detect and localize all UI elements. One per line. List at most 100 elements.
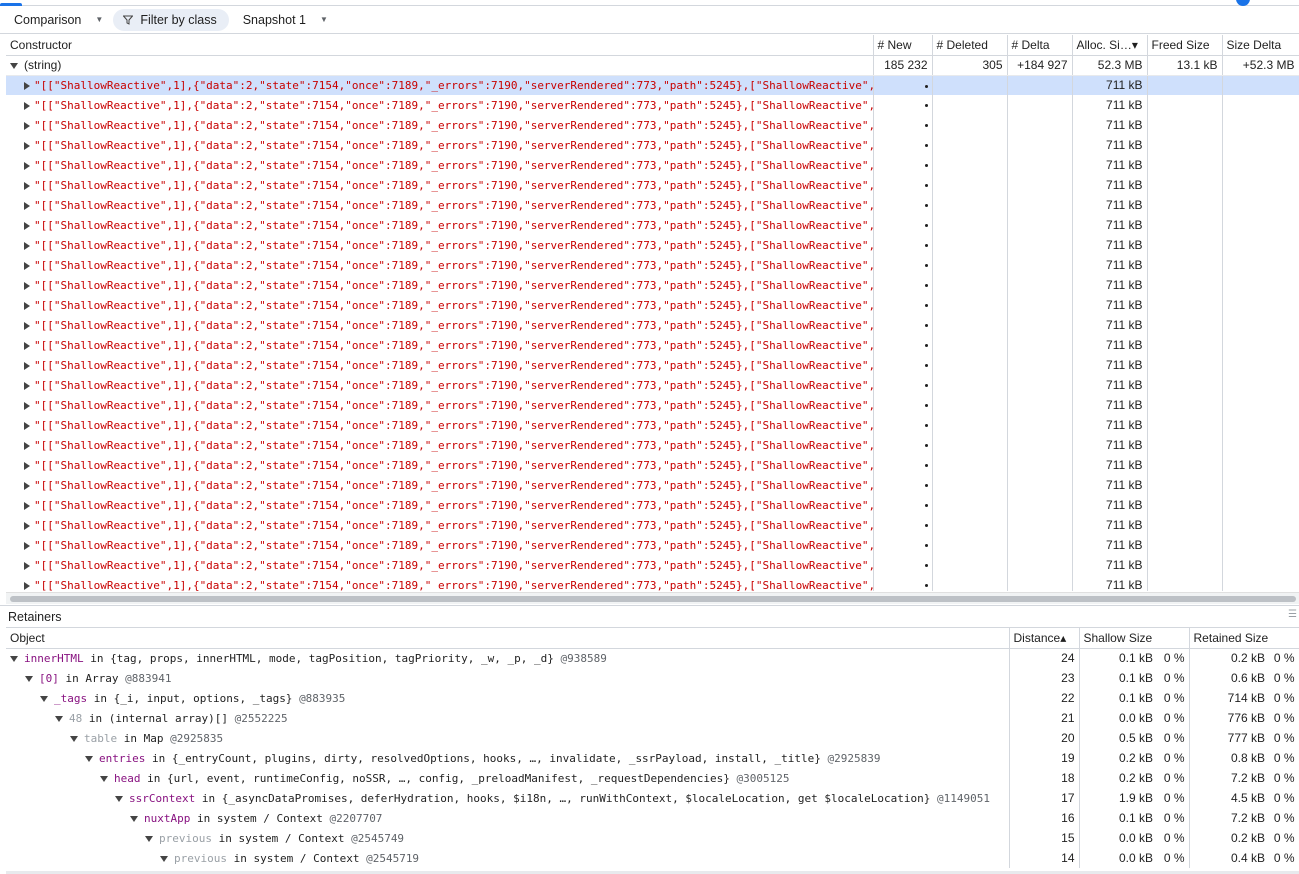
string-instance-row[interactable]: "[["ShallowReactive",1],{"data":2,"state… [6, 95, 1299, 115]
retainer-row[interactable]: previous in system / Context @2545749 15 0… [6, 828, 1299, 848]
column-delta[interactable]: # Delta [1007, 35, 1073, 56]
collapsed-triangle-icon[interactable] [24, 441, 30, 450]
string-instance-row[interactable]: "[["ShallowReactive",1],{"data":2,"state… [6, 575, 1299, 591]
string-instance-row[interactable]: "[["ShallowReactive",1],{"data":2,"state… [6, 555, 1299, 575]
retainer-description: system / Context [238, 831, 345, 845]
collapsed-triangle-icon[interactable] [24, 261, 30, 270]
column-freed-size[interactable]: Freed Size [1147, 35, 1223, 56]
expanded-triangle-icon[interactable] [40, 695, 48, 702]
string-instance-row[interactable]: "[["ShallowReactive",1],{"data":2,"state… [6, 155, 1299, 175]
collapsed-triangle-icon[interactable] [24, 181, 30, 190]
retainer-row[interactable]: entries in {_entryCount, plugins, dirty,… [6, 748, 1299, 768]
string-instance-row[interactable]: "[["ShallowReactive",1],{"data":2,"state… [6, 515, 1299, 535]
string-instance-row[interactable]: "[["ShallowReactive",1],{"data":2,"state… [6, 315, 1299, 335]
dot-marker [924, 384, 928, 388]
expanded-triangle-icon[interactable] [100, 775, 108, 782]
column-object[interactable]: Object [6, 628, 1010, 649]
resize-handle-icon[interactable]: ☰ [1288, 609, 1297, 620]
string-instance-row[interactable]: "[["ShallowReactive",1],{"data":2,"state… [6, 375, 1299, 395]
filter-by-class-button[interactable]: Filter by class [113, 8, 229, 31]
collapsed-triangle-icon[interactable] [24, 561, 30, 570]
string-instance-row[interactable]: "[["ShallowReactive",1],{"data":2,"state… [6, 415, 1299, 435]
expanded-triangle-icon[interactable] [145, 835, 153, 842]
collapsed-triangle-icon[interactable] [24, 461, 30, 470]
string-instance-row[interactable]: "[["ShallowReactive",1],{"data":2,"state… [6, 355, 1299, 375]
collapsed-triangle-icon[interactable] [24, 541, 30, 550]
collapsed-triangle-icon[interactable] [24, 501, 30, 510]
string-instance-row[interactable]: "[["ShallowReactive",1],{"data":2,"state… [6, 475, 1299, 495]
collapsed-triangle-icon[interactable] [24, 581, 30, 590]
collapsed-triangle-icon[interactable] [24, 381, 30, 390]
string-instance-row[interactable]: "[["ShallowReactive",1],{"data":2,"state… [6, 75, 1299, 95]
retainer-in: in [196, 811, 211, 825]
collapsed-triangle-icon[interactable] [24, 341, 30, 350]
retainer-row[interactable]: table in Map @2925835 20 0.5 kB 0 % 777 kB 0 … [6, 728, 1299, 748]
expanded-triangle-icon[interactable] [85, 755, 93, 762]
new-count [873, 495, 933, 515]
retainer-row[interactable]: innerHTML in {tag, props, innerHTML, mod… [6, 648, 1299, 668]
column-shallow-size[interactable]: Shallow Size [1079, 628, 1190, 649]
collapsed-triangle-icon[interactable] [24, 221, 30, 230]
retainer-row[interactable]: nuxtApp in system / Context @2207707 16 0.… [6, 808, 1299, 828]
collapsed-triangle-icon[interactable] [24, 121, 30, 130]
string-instance-row[interactable]: "[["ShallowReactive",1],{"data":2,"state… [6, 455, 1299, 475]
column-deleted[interactable]: # Deleted [932, 35, 1008, 56]
expanded-triangle-icon[interactable] [25, 675, 33, 682]
expanded-triangle-icon[interactable] [10, 62, 18, 69]
view-mode-select[interactable]: Comparison ▼ [0, 9, 109, 31]
column-alloc-size[interactable]: Alloc. Si…▾ [1072, 35, 1148, 56]
collapsed-triangle-icon[interactable] [24, 82, 30, 91]
collapsed-triangle-icon[interactable] [24, 401, 30, 410]
retainer-row[interactable]: head in {url, event, runtimeConfig, noSS… [6, 768, 1299, 788]
retainer-row[interactable]: 48 in (internal array)[] @2552225 21 0.0 k… [6, 708, 1299, 728]
string-instance-row[interactable]: "[["ShallowReactive",1],{"data":2,"state… [6, 495, 1299, 515]
retainer-row[interactable]: [0] in Array @883941 23 0.1 kB 0 % 0.6 kB 0 % [6, 668, 1299, 688]
delta-count [1007, 315, 1073, 335]
expanded-triangle-icon[interactable] [130, 815, 138, 822]
collapsed-triangle-icon[interactable] [24, 141, 30, 150]
column-constructor[interactable]: Constructor [6, 35, 874, 56]
collapsed-triangle-icon[interactable] [24, 241, 30, 250]
collapsed-triangle-icon[interactable] [24, 101, 30, 110]
horizontal-scrollbar[interactable] [6, 592, 1299, 604]
expanded-triangle-icon[interactable] [160, 855, 168, 862]
collapsed-triangle-icon[interactable] [24, 421, 30, 430]
expanded-triangle-icon[interactable] [55, 715, 63, 722]
expanded-triangle-icon[interactable] [115, 795, 123, 802]
string-instance-row[interactable]: "[["ShallowReactive",1],{"data":2,"state… [6, 255, 1299, 275]
expanded-triangle-icon[interactable] [70, 735, 78, 742]
collapsed-triangle-icon[interactable] [24, 481, 30, 490]
string-instance-row[interactable]: "[["ShallowReactive",1],{"data":2,"state… [6, 395, 1299, 415]
retainer-row[interactable]: _tags in {_i, input, options, _tags} @88… [6, 688, 1299, 708]
string-instance-row[interactable]: "[["ShallowReactive",1],{"data":2,"state… [6, 335, 1299, 355]
string-instance-row[interactable]: "[["ShallowReactive",1],{"data":2,"state… [6, 435, 1299, 455]
column-size-delta[interactable]: Size Delta [1222, 35, 1299, 56]
string-instance-row[interactable]: "[["ShallowReactive",1],{"data":2,"state… [6, 115, 1299, 135]
collapsed-triangle-icon[interactable] [24, 201, 30, 210]
string-instance-row[interactable]: "[["ShallowReactive",1],{"data":2,"state… [6, 235, 1299, 255]
constructor-row-string[interactable]: (string) 185 232 305 +184 927 52.3 MB 13… [6, 55, 1299, 76]
collapsed-triangle-icon[interactable] [24, 321, 30, 330]
string-instance-row[interactable]: "[["ShallowReactive",1],{"data":2,"state… [6, 195, 1299, 215]
retainer-row[interactable]: ssrContext in {_asyncDataPromises, defer… [6, 788, 1299, 808]
collapsed-triangle-icon[interactable] [24, 301, 30, 310]
retainer-object-id: @2552225 [234, 711, 288, 725]
collapsed-triangle-icon[interactable] [24, 361, 30, 370]
string-instance-row[interactable]: "[["ShallowReactive",1],{"data":2,"state… [6, 135, 1299, 155]
collapsed-triangle-icon[interactable] [24, 521, 30, 530]
expanded-triangle-icon[interactable] [10, 655, 18, 662]
column-retained-size[interactable]: Retained Size [1189, 628, 1299, 649]
string-instance-row[interactable]: "[["ShallowReactive",1],{"data":2,"state… [6, 535, 1299, 555]
snapshot-select[interactable]: Snapshot 1 ▼ [229, 9, 334, 31]
column-distance[interactable]: Distance▴ [1009, 628, 1080, 649]
string-instance-row[interactable]: "[["ShallowReactive",1],{"data":2,"state… [6, 295, 1299, 315]
collapsed-triangle-icon[interactable] [24, 161, 30, 170]
string-instance-row[interactable]: "[["ShallowReactive",1],{"data":2,"state… [6, 215, 1299, 235]
column-new[interactable]: # New [873, 35, 933, 56]
string-instance-row[interactable]: "[["ShallowReactive",1],{"data":2,"state… [6, 275, 1299, 295]
new-count [873, 435, 933, 455]
retainer-row[interactable]: previous in system / Context @2545719 14 0… [6, 848, 1299, 868]
scrollbar-thumb[interactable] [10, 596, 1296, 602]
collapsed-triangle-icon[interactable] [24, 281, 30, 290]
string-instance-row[interactable]: "[["ShallowReactive",1],{"data":2,"state… [6, 175, 1299, 195]
